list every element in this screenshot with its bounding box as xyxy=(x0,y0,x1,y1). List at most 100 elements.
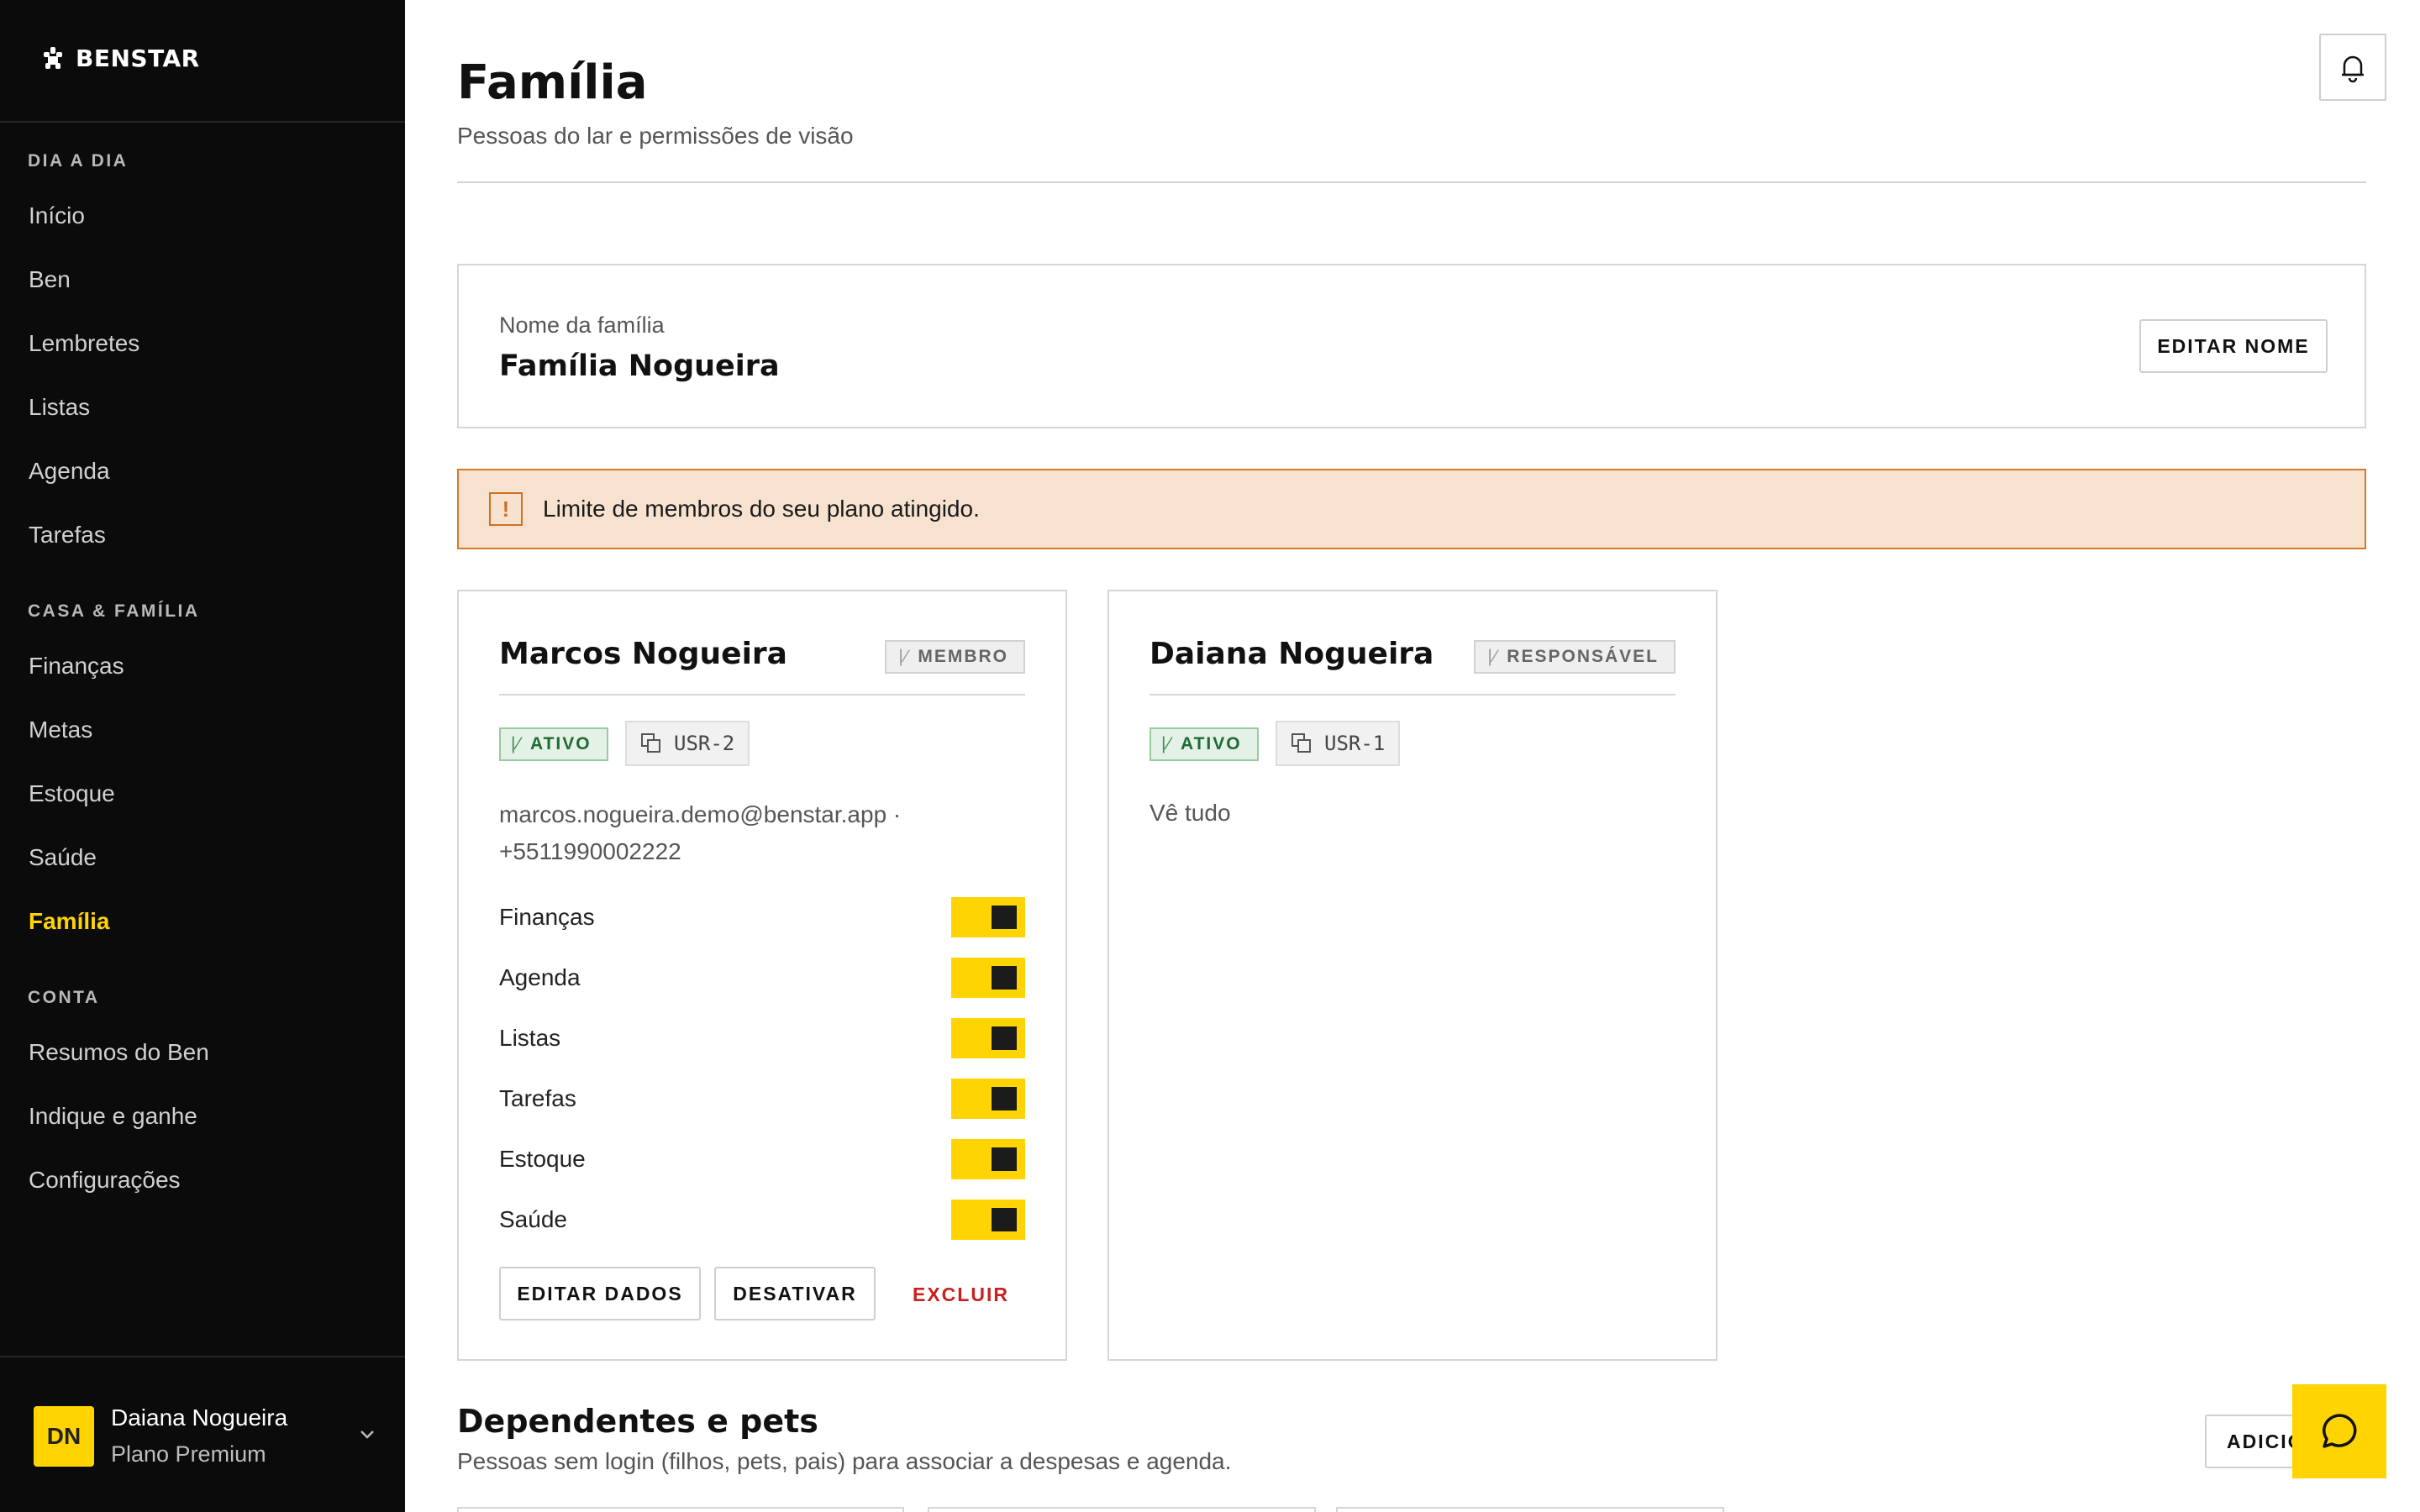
sidebar-item-configuracoes[interactable]: Configurações xyxy=(29,1167,181,1194)
family-name-value: Família Nogueira xyxy=(499,349,780,383)
permission-label: Finanças xyxy=(499,904,595,930)
edit-name-button[interactable]: EDITAR NOME xyxy=(2139,319,2328,373)
dependent-card xyxy=(457,1507,904,1512)
star-logo-icon xyxy=(44,47,62,69)
brand-logo[interactable]: BENSTAR xyxy=(39,44,200,72)
status-badge: |⁄ ATIVO xyxy=(1150,727,1259,761)
brand-name: BENSTAR xyxy=(76,44,200,72)
sidebar-section-dia-a-dia: DIA A DIA xyxy=(28,151,129,171)
permission-row: Agenda xyxy=(499,958,1025,998)
permission-label: Agenda xyxy=(499,964,581,990)
status-label: ATIVO xyxy=(529,734,592,753)
role-label: RESPONSÁVEL xyxy=(1507,647,1659,666)
tag-icon: |⁄ xyxy=(511,734,522,753)
permission-row: Estoque xyxy=(499,1139,1025,1179)
toggle-knob xyxy=(992,1147,1017,1171)
permission-toggle-listas[interactable] xyxy=(951,1018,1025,1058)
sidebar-section-conta: CONTA xyxy=(28,988,100,1007)
tag-icon: |⁄ xyxy=(898,647,910,666)
permission-row: Finanças xyxy=(499,897,1025,937)
member-name: Daiana Nogueira xyxy=(1150,637,1434,671)
family-name-card: Nome da família Família Nogueira EDITAR … xyxy=(457,264,2366,428)
permission-label: Estoque xyxy=(499,1146,586,1172)
header-divider xyxy=(457,181,2366,183)
permission-label: Listas xyxy=(499,1025,561,1051)
member-email: marcos.nogueira.demo@benstar.app · xyxy=(499,801,902,827)
toggle-knob xyxy=(992,1208,1017,1231)
permission-toggle-saude[interactable] xyxy=(951,1200,1025,1240)
sidebar-section-casa-familia: CASA & FAMÍLIA xyxy=(28,601,200,621)
permission-toggle-agenda[interactable] xyxy=(951,958,1025,998)
user-id-badge[interactable]: USR-1 xyxy=(1276,721,1401,766)
sidebar-item-indique[interactable]: Indique e ganhe xyxy=(29,1103,197,1130)
permission-toggle-estoque[interactable] xyxy=(951,1139,1025,1179)
dependents-subtitle: Pessoas sem login (filhos, pets, pais) p… xyxy=(457,1448,1232,1474)
chevron-down-icon[interactable] xyxy=(356,1423,378,1445)
sidebar-item-metas[interactable]: Metas xyxy=(29,717,92,743)
sidebar-footer-divider xyxy=(0,1356,405,1357)
copy-icon xyxy=(1292,733,1311,753)
toggle-knob xyxy=(992,1026,1017,1050)
sidebar-divider xyxy=(0,121,405,123)
delete-button[interactable]: EXCLUIR xyxy=(913,1284,1009,1306)
member-card: Marcos Nogueira |⁄ MEMBRO |⁄ ATIVO USR-2… xyxy=(457,590,1067,1361)
user-id: USR-1 xyxy=(1324,732,1386,755)
sidebar-item-resumos[interactable]: Resumos do Ben xyxy=(29,1039,209,1066)
sidebar-item-inicio[interactable]: Início xyxy=(29,202,85,229)
sidebar-item-agenda[interactable]: Agenda xyxy=(29,458,110,485)
role-badge: |⁄ RESPONSÁVEL xyxy=(1474,640,1676,674)
sidebar-item-ben[interactable]: Ben xyxy=(29,266,71,293)
permission-toggle-financas[interactable] xyxy=(951,897,1025,937)
member-name: Marcos Nogueira xyxy=(499,637,787,671)
sidebar-item-listas[interactable]: Listas xyxy=(29,394,90,421)
family-name-label: Nome da família xyxy=(499,312,665,338)
user-name: Daiana Nogueira xyxy=(111,1404,288,1431)
toggle-knob xyxy=(992,906,1017,929)
sidebar-item-familia[interactable]: Família xyxy=(29,908,109,935)
chat-bubble-icon xyxy=(2323,1414,2357,1448)
user-menu[interactable]: DN Daiana Nogueira Plano Premium xyxy=(34,1404,378,1467)
member-phone: +5511990002222 xyxy=(499,838,681,864)
user-id-badge[interactable]: USR-2 xyxy=(625,721,750,766)
sidebar-item-saude[interactable]: Saúde xyxy=(29,844,97,871)
copy-icon xyxy=(641,733,660,753)
sidebar: BENSTAR DIA A DIA Início Ben Lembretes L… xyxy=(0,0,405,1512)
page-subtitle: Pessoas do lar e permissões de visão xyxy=(457,123,854,149)
status-badge: |⁄ ATIVO xyxy=(499,727,608,761)
toggle-knob xyxy=(992,1087,1017,1110)
member-card: Daiana Nogueira |⁄ RESPONSÁVEL |⁄ ATIVO … xyxy=(1107,590,1718,1361)
tag-icon: |⁄ xyxy=(1161,734,1172,753)
avatar: DN xyxy=(34,1405,94,1467)
member-contact: marcos.nogueira.demo@benstar.app · +5511… xyxy=(499,796,970,870)
warning-icon: ! xyxy=(489,492,523,526)
user-plan: Plano Premium xyxy=(111,1441,266,1467)
dependents-title: Dependentes e pets xyxy=(457,1403,818,1440)
plan-limit-alert: ! Limite de membros do seu plano atingid… xyxy=(457,469,2366,549)
permission-label: Tarefas xyxy=(499,1085,576,1111)
deactivate-button[interactable]: DESATIVAR xyxy=(714,1267,876,1320)
edit-data-button[interactable]: EDITAR DADOS xyxy=(499,1267,701,1320)
sidebar-item-estoque[interactable]: Estoque xyxy=(29,780,115,807)
notifications-button[interactable] xyxy=(2319,34,2386,101)
permission-row: Listas xyxy=(499,1018,1025,1058)
toggle-knob xyxy=(992,966,1017,990)
dependent-card xyxy=(928,1507,1316,1512)
card-divider xyxy=(1150,694,1676,696)
alert-message: Limite de membros do seu plano atingido. xyxy=(543,496,980,522)
permission-row: Tarefas xyxy=(499,1079,1025,1119)
tag-icon: |⁄ xyxy=(1487,647,1499,666)
member-permission-summary: Vê tudo xyxy=(1150,800,1231,826)
status-label: ATIVO xyxy=(1180,734,1242,753)
sidebar-item-lembretes[interactable]: Lembretes xyxy=(29,330,139,357)
dependent-card xyxy=(1336,1507,1724,1512)
role-label: MEMBRO xyxy=(918,647,1008,666)
permission-label: Saúde xyxy=(499,1206,567,1232)
permission-row: Saúde xyxy=(499,1200,1025,1240)
sidebar-item-financas[interactable]: Finanças xyxy=(29,653,124,680)
role-badge: |⁄ MEMBRO xyxy=(885,640,1025,674)
permission-toggle-tarefas[interactable] xyxy=(951,1079,1025,1119)
card-divider xyxy=(499,694,1025,696)
bell-icon xyxy=(2342,55,2364,83)
sidebar-item-tarefas[interactable]: Tarefas xyxy=(29,522,106,549)
chat-button[interactable] xyxy=(2292,1384,2386,1478)
